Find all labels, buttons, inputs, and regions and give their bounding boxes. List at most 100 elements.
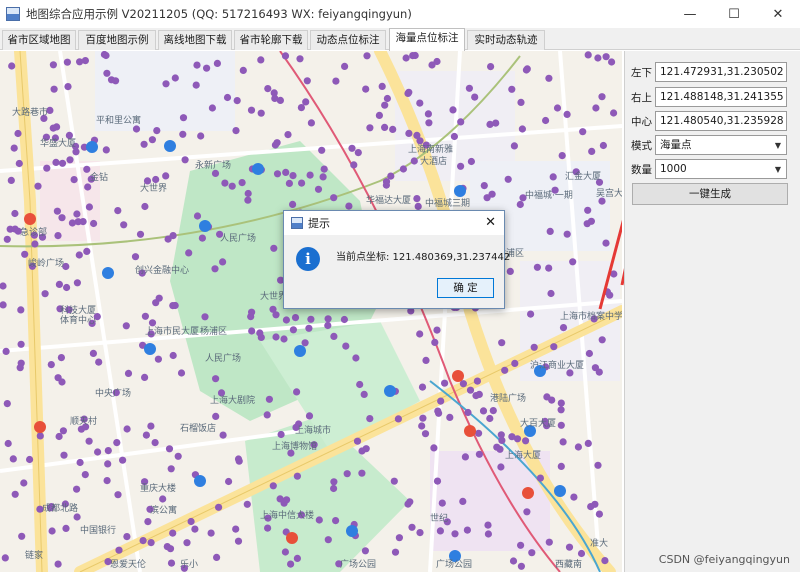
map-marker[interactable]: [103, 477, 111, 485]
map-marker[interactable]: [243, 500, 251, 508]
map-marker[interactable]: [239, 66, 247, 74]
map-marker[interactable]: [413, 195, 421, 203]
count-select[interactable]: 1000 ▼: [655, 159, 787, 179]
right-top-field[interactable]: 121.488148,31.241355: [655, 87, 787, 107]
map-marker[interactable]: [450, 132, 458, 141]
map-marker[interactable]: [151, 439, 159, 447]
tab-massive-marker[interactable]: 海量点位标注: [389, 28, 465, 51]
map-marker[interactable]: [1, 554, 9, 562]
map-marker[interactable]: [72, 148, 80, 156]
map-marker[interactable]: [546, 227, 554, 235]
map-marker[interactable]: [594, 461, 602, 469]
center-field[interactable]: 121.480540,31.235928: [655, 111, 787, 131]
map-marker[interactable]: [171, 74, 179, 82]
map-marker[interactable]: [63, 58, 71, 66]
map-marker[interactable]: [76, 458, 84, 467]
map-marker[interactable]: [52, 158, 60, 166]
map-marker[interactable]: [497, 431, 505, 439]
map-canvas[interactable]: 大路巷市平和里公寓华盛大厦永新广场 上海南新雅大酒店华福达大厦 中福城三期 中福城·一…: [0, 51, 622, 572]
map-marker[interactable]: [3, 235, 11, 243]
map-marker[interactable]: [31, 240, 39, 248]
map-marker[interactable]: [330, 194, 338, 202]
map-marker[interactable]: [549, 173, 557, 181]
map-marker[interactable]: [436, 527, 444, 535]
map-marker[interactable]: [488, 190, 496, 198]
map-marker[interactable]: [269, 305, 277, 313]
map-marker[interactable]: [179, 114, 188, 122]
map-marker[interactable]: [183, 539, 191, 547]
parking-icon[interactable]: [384, 385, 396, 397]
map-marker[interactable]: [362, 85, 370, 93]
map-marker[interactable]: [81, 471, 89, 479]
map-marker[interactable]: [233, 97, 241, 105]
parking-icon[interactable]: [252, 163, 264, 175]
map-marker[interactable]: [464, 408, 472, 417]
map-marker[interactable]: [330, 484, 338, 493]
map-marker[interactable]: [545, 74, 553, 82]
map-marker[interactable]: [193, 61, 201, 69]
map-marker[interactable]: [565, 543, 574, 551]
map-marker[interactable]: [4, 439, 12, 448]
map-marker[interactable]: [508, 85, 516, 93]
map-marker[interactable]: [212, 375, 220, 383]
map-marker[interactable]: [208, 104, 216, 112]
map-marker[interactable]: [330, 332, 338, 340]
map-marker[interactable]: [263, 411, 271, 419]
map-marker[interactable]: [588, 147, 596, 155]
map-marker[interactable]: [248, 308, 256, 316]
map-marker[interactable]: [475, 429, 483, 437]
map-marker[interactable]: [57, 354, 65, 362]
map-marker[interactable]: [58, 214, 66, 222]
map-marker[interactable]: [418, 422, 426, 430]
map-marker[interactable]: [466, 386, 475, 394]
map-marker[interactable]: [70, 176, 78, 184]
map-marker[interactable]: [594, 54, 602, 62]
map-marker[interactable]: [124, 369, 133, 377]
map-marker[interactable]: [59, 427, 67, 435]
map-marker[interactable]: [559, 324, 568, 332]
map-marker[interactable]: [472, 392, 480, 400]
map-marker[interactable]: [147, 422, 155, 430]
map-marker[interactable]: [510, 142, 518, 150]
map-marker[interactable]: [64, 83, 72, 91]
map-marker[interactable]: [465, 84, 473, 92]
map-marker[interactable]: [463, 526, 471, 534]
map-marker[interactable]: [132, 125, 141, 133]
subway-icon[interactable]: [24, 213, 36, 225]
map-marker[interactable]: [433, 326, 441, 334]
map-marker[interactable]: [545, 538, 553, 546]
map-marker[interactable]: [142, 431, 150, 439]
map-marker[interactable]: [332, 77, 340, 85]
map-marker[interactable]: [542, 116, 550, 125]
parking-icon[interactable]: [554, 485, 566, 497]
map-marker[interactable]: [480, 182, 488, 190]
map-marker[interactable]: [289, 172, 297, 180]
map-marker[interactable]: [281, 52, 290, 60]
map-marker[interactable]: [55, 280, 64, 288]
map-marker[interactable]: [144, 518, 152, 526]
map-marker[interactable]: [153, 127, 161, 135]
parking-icon[interactable]: [199, 220, 211, 232]
map-marker[interactable]: [219, 431, 227, 439]
map-marker[interactable]: [65, 131, 73, 139]
map-marker[interactable]: [302, 98, 310, 106]
map-marker[interactable]: [179, 130, 187, 138]
map-marker[interactable]: [307, 119, 315, 127]
map-marker[interactable]: [20, 479, 28, 487]
map-marker[interactable]: [120, 221, 128, 229]
map-marker[interactable]: [307, 315, 315, 323]
map-marker[interactable]: [297, 104, 305, 112]
map-marker[interactable]: [356, 380, 364, 389]
map-marker[interactable]: [2, 347, 10, 355]
map-marker[interactable]: [26, 455, 34, 464]
map-marker[interactable]: [212, 412, 220, 420]
map-marker[interactable]: [264, 85, 272, 93]
map-marker[interactable]: [457, 162, 465, 170]
map-marker[interactable]: [361, 547, 369, 555]
map-marker[interactable]: [353, 437, 362, 445]
map-marker[interactable]: [234, 537, 243, 545]
map-marker[interactable]: [516, 200, 524, 209]
map-marker[interactable]: [54, 232, 62, 240]
map-marker[interactable]: [318, 146, 326, 154]
tab-outline-download[interactable]: 省市轮廓下载: [234, 30, 308, 50]
